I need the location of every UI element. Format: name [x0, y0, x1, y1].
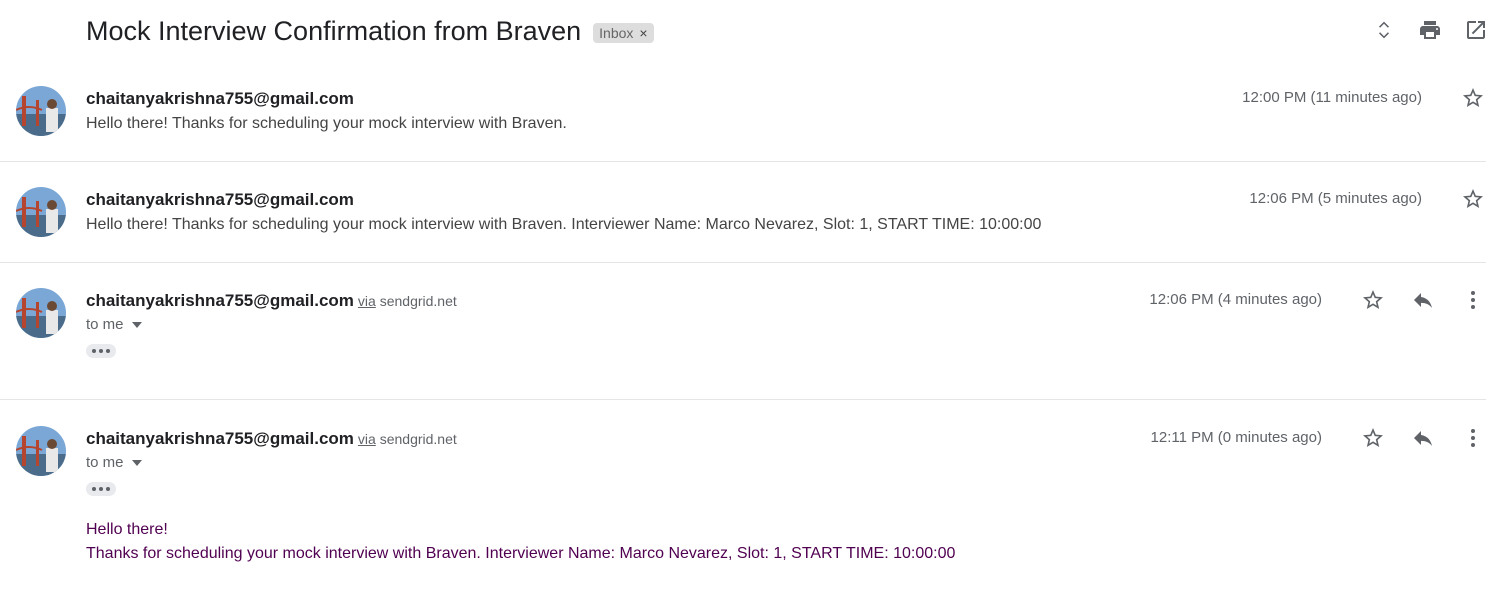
- body-content: Thanks for scheduling your mock intervie…: [86, 545, 956, 562]
- recipient-details[interactable]: to me: [86, 454, 142, 471]
- message-time: 12:11 PM (0 minutes ago): [1150, 429, 1322, 446]
- more-options-icon[interactable]: [1461, 426, 1485, 450]
- expand-collapse-icon[interactable]: [1372, 18, 1396, 42]
- show-trimmed-content-button[interactable]: [86, 344, 116, 358]
- open-new-window-icon[interactable]: [1464, 18, 1488, 42]
- avatar: [16, 426, 66, 476]
- chevron-down-icon[interactable]: [131, 458, 142, 468]
- avatar: [16, 86, 66, 136]
- reply-icon[interactable]: [1411, 288, 1435, 312]
- via-domain: sendgrid.net: [379, 431, 457, 447]
- sender-email: chaitanyakrishna755@gmail.com: [86, 291, 354, 310]
- thread-toolbar: [1372, 18, 1488, 42]
- show-trimmed-content-button[interactable]: [86, 482, 116, 496]
- reply-icon[interactable]: [1411, 426, 1435, 450]
- message-snippet: Hello there! Thanks for scheduling your …: [86, 216, 1042, 233]
- sender-line: chaitanyakrishna755@gmail.com via sendgri…: [86, 429, 457, 449]
- via-info: via sendgrid.net: [358, 293, 457, 309]
- via-link[interactable]: via: [358, 293, 376, 309]
- star-icon[interactable]: [1361, 288, 1385, 312]
- more-options-icon[interactable]: [1461, 288, 1485, 312]
- sender-email: chaitanyakrishna755@gmail.com: [86, 190, 354, 209]
- message-time: 12:06 PM (5 minutes ago): [1249, 190, 1422, 207]
- label-text: Inbox: [599, 24, 634, 41]
- sender-email: chaitanyakrishna755@gmail.com: [86, 89, 354, 108]
- recipient-label: to me: [86, 454, 124, 471]
- divider: [0, 161, 1486, 162]
- avatar: [16, 288, 66, 338]
- subject-header: Mock Interview Confirmation from Braven …: [86, 16, 654, 47]
- subject-title: Mock Interview Confirmation from Braven: [86, 16, 582, 46]
- message-body: Hello there! Thanks for scheduling your …: [86, 518, 955, 566]
- star-icon[interactable]: [1461, 187, 1485, 211]
- recipient-label: to me: [86, 316, 124, 333]
- divider: [0, 399, 1486, 400]
- via-domain: sendgrid.net: [379, 293, 457, 309]
- star-icon[interactable]: [1361, 426, 1385, 450]
- print-icon[interactable]: [1418, 18, 1442, 42]
- sender-line: chaitanyakrishna755@gmail.com via sendgri…: [86, 291, 457, 311]
- divider: [0, 262, 1486, 263]
- remove-label-icon[interactable]: ×: [639, 25, 647, 41]
- sender-email: chaitanyakrishna755@gmail.com: [86, 429, 354, 448]
- avatar: [16, 187, 66, 237]
- chevron-down-icon[interactable]: [131, 320, 142, 330]
- message-time: 12:06 PM (4 minutes ago): [1149, 291, 1322, 308]
- inbox-label-chip[interactable]: Inbox ×: [593, 22, 654, 43]
- via-link[interactable]: via: [358, 431, 376, 447]
- body-greeting: Hello there!: [86, 521, 168, 538]
- message-snippet: Hello there! Thanks for scheduling your …: [86, 115, 567, 132]
- star-icon[interactable]: [1461, 86, 1485, 110]
- message-time: 12:00 PM (11 minutes ago): [1242, 89, 1422, 106]
- via-info: via sendgrid.net: [358, 431, 457, 447]
- recipient-details[interactable]: to me: [86, 316, 142, 333]
